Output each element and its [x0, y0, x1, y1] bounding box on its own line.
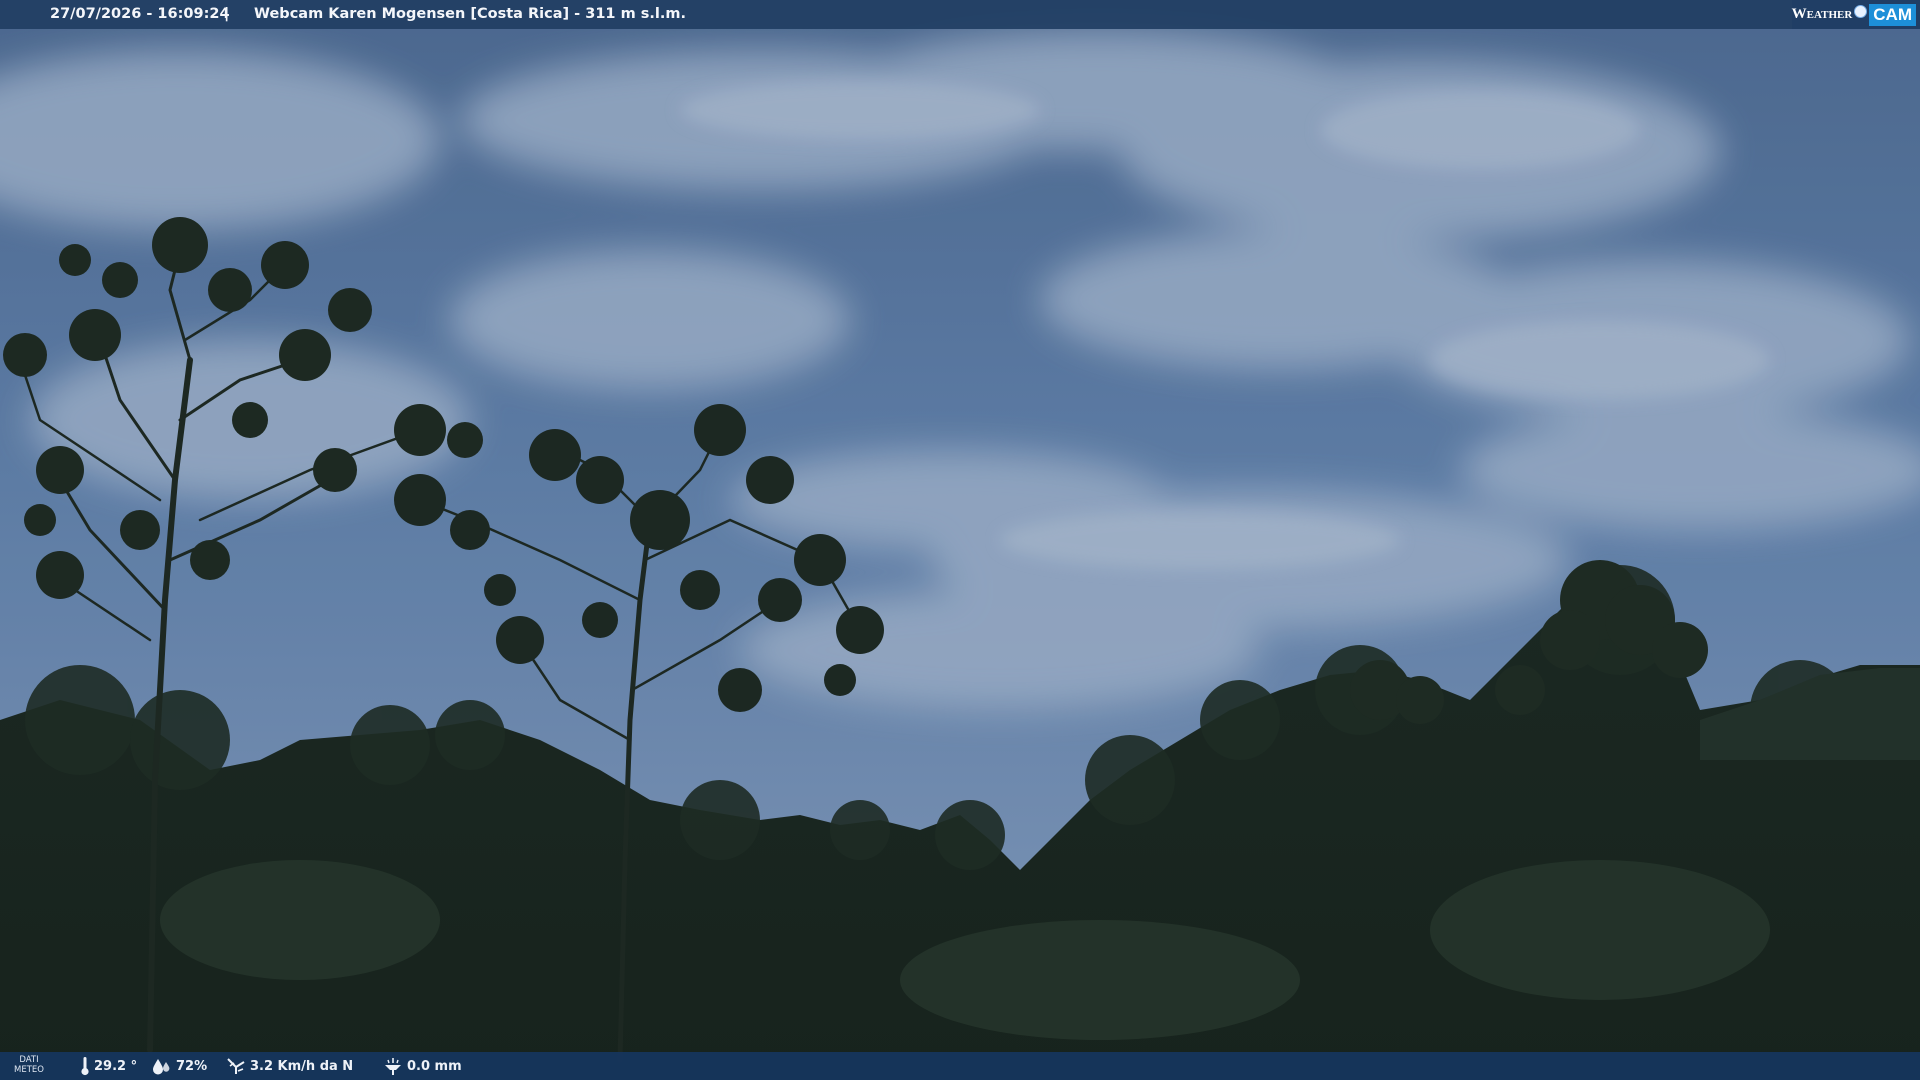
weathercam-logo: Weather CAM: [1791, 0, 1920, 29]
temperature-value: 29.2 °: [94, 1058, 138, 1074]
dati-label-line2: METEO: [14, 1065, 44, 1075]
top-info-bar: 27/07/2026 - 16:09:24 | Webcam Karen Mog…: [0, 0, 1920, 29]
webcam-image: [0, 0, 1920, 1080]
humidity-drop-icon: [153, 1059, 170, 1075]
datetime-stamp: 27/07/2026 - 16:09:24: [50, 6, 230, 22]
dati-label-line1: DATI: [19, 1055, 39, 1065]
separator: |: [224, 6, 230, 22]
wind-reading: 3.2 Km/h da N: [226, 1052, 353, 1080]
temperature-reading: 29.2 °: [80, 1052, 137, 1080]
rain-reading: 0.0 mm: [383, 1052, 462, 1080]
dati-meteo-label: DATI METEO: [14, 1055, 44, 1075]
humidity-value: 72%: [176, 1058, 208, 1074]
rain-gauge-icon: [385, 1058, 401, 1075]
wind-icon: [227, 1058, 245, 1074]
webcam-title: Webcam Karen Mogensen [Costa Rica] - 311…: [254, 6, 686, 22]
humidity-reading: 72%: [152, 1052, 207, 1080]
rain-value: 0.0 mm: [407, 1058, 462, 1074]
wind-value: 3.2 Km/h da N: [250, 1058, 354, 1074]
weather-data-bar: DATI METEO 29.2 ° 72% 3.2 Km/h da N 0.0 …: [0, 1052, 1920, 1080]
thermometer-icon: [81, 1057, 89, 1076]
logo-weather-text: Weather: [1791, 6, 1853, 22]
logo-globe-icon: [1854, 5, 1868, 18]
logo-cam-text: CAM: [1869, 3, 1916, 26]
